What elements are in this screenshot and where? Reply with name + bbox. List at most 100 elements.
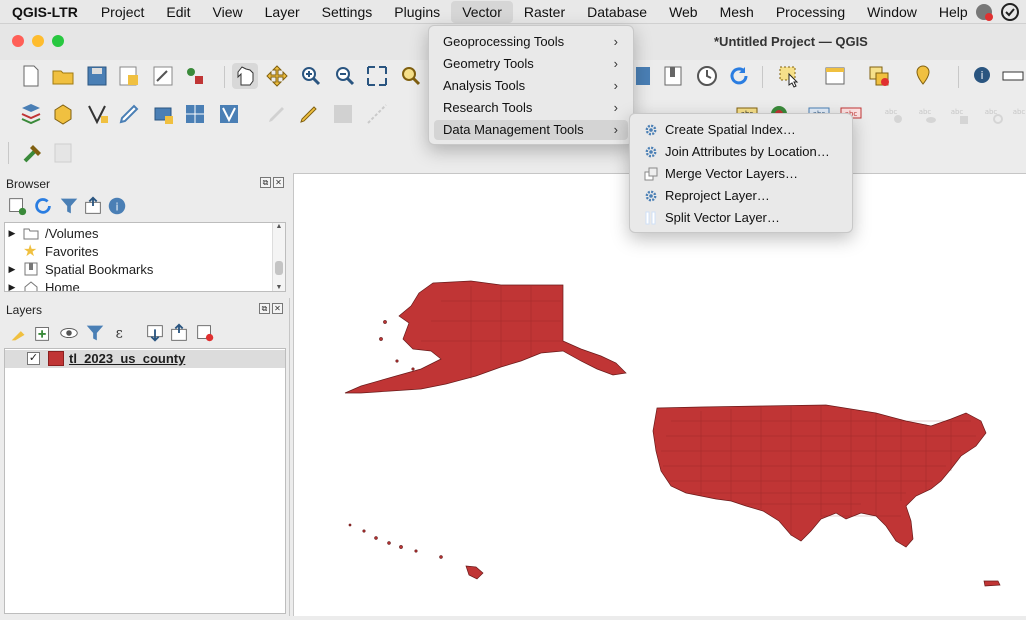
menu-raster[interactable]: Raster bbox=[513, 1, 576, 23]
menu-window[interactable]: Window bbox=[856, 1, 928, 23]
close-panel-button[interactable]: ✕ bbox=[273, 177, 284, 188]
refresh-icon[interactable] bbox=[726, 63, 752, 89]
add-line-icon[interactable] bbox=[364, 101, 390, 127]
pencil-edit-icon[interactable] bbox=[296, 101, 322, 127]
menu-view[interactable]: View bbox=[202, 1, 254, 23]
measure-icon[interactable] bbox=[1000, 63, 1026, 89]
results-viewer-icon[interactable] bbox=[50, 140, 76, 166]
svg-text:abc: abc bbox=[919, 108, 932, 116]
deselect-features-icon[interactable] bbox=[866, 63, 892, 89]
identify-features-icon[interactable]: i bbox=[970, 63, 996, 89]
save-project-icon[interactable] bbox=[84, 63, 110, 89]
browser-item-home[interactable]: ▶ Home bbox=[5, 278, 80, 292]
filter-browser-icon[interactable] bbox=[58, 195, 80, 217]
new-project-icon[interactable] bbox=[18, 63, 44, 89]
layer-row-tl-2023-us-county[interactable]: ✓ tl_2023_us_county bbox=[5, 350, 285, 368]
float-panel-button[interactable]: ⧉ bbox=[260, 177, 271, 188]
menu-plugins[interactable]: Plugins bbox=[383, 1, 451, 23]
gear-icon bbox=[645, 146, 657, 158]
menu-settings[interactable]: Settings bbox=[311, 1, 384, 23]
manage-visibility-icon[interactable] bbox=[58, 322, 80, 344]
pan-to-selection-icon[interactable] bbox=[264, 63, 290, 89]
float-panel-button[interactable]: ⧉ bbox=[259, 303, 270, 314]
digitize-pen-icon[interactable] bbox=[116, 101, 142, 127]
menu-item-merge-vector-layers[interactable]: Merge Vector Layers… bbox=[635, 164, 847, 184]
new-print-layout-icon[interactable] bbox=[116, 63, 142, 89]
add-group-icon[interactable] bbox=[32, 322, 54, 344]
menu-vector[interactable]: Vector bbox=[451, 0, 513, 23]
properties-info-icon[interactable]: i bbox=[106, 195, 128, 217]
expand-arrow-icon[interactable]: ▶ bbox=[5, 264, 19, 275]
app-menu[interactable]: QGIS-LTR bbox=[0, 1, 90, 23]
menu-database[interactable]: Database bbox=[576, 1, 658, 23]
menu-item-geometry-tools[interactable]: Geometry Tools › bbox=[434, 54, 628, 74]
minimize-window-button[interactable] bbox=[32, 35, 44, 47]
processing-toolbox-icon[interactable] bbox=[20, 140, 46, 166]
filter-legend-icon[interactable] bbox=[84, 322, 106, 344]
label-rotate-icon[interactable]: abc bbox=[980, 101, 1006, 127]
close-window-button[interactable] bbox=[12, 35, 24, 47]
menu-item-create-spatial-index[interactable]: Create Spatial Index… bbox=[635, 120, 847, 140]
close-panel-button[interactable]: ✕ bbox=[272, 303, 283, 314]
map-canvas[interactable] bbox=[293, 173, 1026, 616]
virtual-layer-icon[interactable] bbox=[150, 101, 176, 127]
attribute-table-icon[interactable] bbox=[822, 63, 848, 89]
menu-web[interactable]: Web bbox=[658, 1, 709, 23]
save-edits-icon[interactable] bbox=[330, 101, 356, 127]
label-change-icon[interactable]: abc bbox=[1008, 101, 1026, 127]
browser-scrollbar[interactable]: ▲ ▼ bbox=[272, 223, 285, 291]
open-project-icon[interactable] bbox=[50, 63, 76, 89]
show-bookmarks-icon[interactable] bbox=[660, 63, 686, 89]
expand-arrow-icon[interactable]: ▶ bbox=[5, 228, 19, 239]
layer-styling-icon[interactable] bbox=[8, 322, 30, 344]
remove-layer-icon[interactable] bbox=[194, 322, 216, 344]
globe-status-icon[interactable] bbox=[974, 2, 994, 22]
menu-help[interactable]: Help bbox=[928, 1, 979, 23]
collapse-layers-icon[interactable] bbox=[168, 322, 190, 344]
temporal-controller-icon[interactable] bbox=[694, 63, 720, 89]
menu-item-join-attributes-by-location[interactable]: Join Attributes by Location… bbox=[635, 142, 847, 162]
menu-item-research-tools[interactable]: Research Tools › bbox=[434, 98, 628, 118]
label-show-icon[interactable]: abc bbox=[914, 101, 940, 127]
checkmark-status-icon[interactable] bbox=[1000, 2, 1020, 22]
menu-processing[interactable]: Processing bbox=[765, 1, 856, 23]
label-pin-icon[interactable]: abc bbox=[880, 101, 906, 127]
add-selected-layers-icon[interactable] bbox=[6, 195, 28, 217]
grid-layer-icon[interactable] bbox=[182, 101, 208, 127]
add-point-feature-icon[interactable] bbox=[910, 63, 936, 89]
menu-edit[interactable]: Edit bbox=[155, 1, 201, 23]
expand-arrow-icon[interactable]: ▶ bbox=[5, 282, 19, 292]
filter-expression-icon[interactable]: ε bbox=[110, 322, 132, 344]
menu-item-split-vector-layer[interactable]: Split Vector Layer… bbox=[635, 208, 847, 228]
style-manager-icon[interactable] bbox=[182, 63, 208, 89]
expand-all-icon[interactable] bbox=[144, 322, 166, 344]
menu-mesh[interactable]: Mesh bbox=[709, 1, 765, 23]
layer-visibility-checkbox[interactable]: ✓ bbox=[27, 352, 40, 365]
new-geopackage-layer-icon[interactable] bbox=[50, 101, 76, 127]
data-source-manager-icon[interactable] bbox=[18, 101, 44, 127]
menu-item-analysis-tools[interactable]: Analysis Tools › bbox=[434, 76, 628, 96]
vertex-tool-icon[interactable] bbox=[216, 101, 242, 127]
browser-item-spatial-bookmarks[interactable]: ▶ Spatial Bookmarks bbox=[5, 260, 154, 278]
browser-item-volumes[interactable]: ▶ /Volumes bbox=[5, 224, 99, 242]
toggle-edit-icon[interactable] bbox=[264, 101, 290, 127]
layer-symbol-swatch[interactable] bbox=[48, 351, 64, 366]
zoom-out-icon[interactable] bbox=[332, 63, 358, 89]
menu-item-geoprocessing-tools[interactable]: Geoprocessing Tools › bbox=[434, 32, 628, 52]
menu-layer[interactable]: Layer bbox=[254, 1, 311, 23]
menu-item-reproject-layer[interactable]: Reproject Layer… bbox=[635, 186, 847, 206]
layout-manager-icon[interactable] bbox=[150, 63, 176, 89]
zoom-in-icon[interactable] bbox=[298, 63, 324, 89]
refresh-browser-icon[interactable] bbox=[32, 195, 54, 217]
menu-item-data-management-tools[interactable]: Data Management Tools › bbox=[434, 120, 628, 140]
zoom-full-icon[interactable] bbox=[364, 63, 390, 89]
zoom-window-button[interactable] bbox=[52, 35, 64, 47]
zoom-to-layer-icon[interactable] bbox=[398, 63, 424, 89]
browser-item-favorites[interactable]: ★ Favorites bbox=[5, 242, 98, 260]
menu-project[interactable]: Project bbox=[90, 1, 156, 23]
pan-map-icon[interactable] bbox=[232, 63, 258, 89]
select-features-icon[interactable] bbox=[776, 63, 802, 89]
collapse-all-icon[interactable] bbox=[82, 195, 104, 217]
label-move-icon[interactable]: abc bbox=[946, 101, 972, 127]
digitize-vertex-icon[interactable] bbox=[84, 101, 110, 127]
